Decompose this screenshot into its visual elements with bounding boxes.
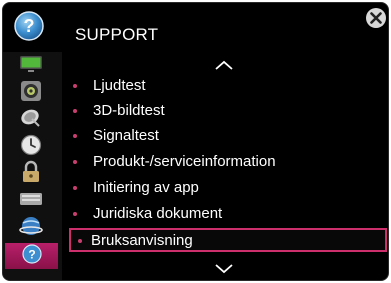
sidebar-item-options[interactable]: [9, 189, 53, 213]
menu-item-legal-documents[interactable]: Juridiska dokument: [71, 202, 349, 226]
sidebar-item-picture[interactable]: [9, 54, 53, 78]
sidebar-item-channels[interactable]: [9, 108, 53, 132]
bullet-icon: [73, 134, 77, 138]
bullet-icon: [73, 109, 77, 113]
tv-screen-icon: [19, 54, 43, 79]
sidebar-item-time[interactable]: [9, 134, 53, 161]
help-icon: ?: [21, 243, 43, 270]
menu-item-label: Initiering av app: [93, 179, 199, 196]
menu-item-signal-test[interactable]: Signaltest: [71, 124, 349, 148]
satellite-dish-icon: [19, 107, 43, 134]
scroll-down-button[interactable]: [213, 262, 235, 274]
globe-network-icon: [19, 215, 43, 242]
bullet-icon: [73, 186, 77, 190]
speaker-icon: [19, 80, 43, 107]
menu-item-label: Produkt-/serviceinformation: [93, 153, 276, 170]
menu-item-label: Ljudtest: [93, 77, 146, 94]
menu-item-3d-picture-test[interactable]: 3D-bildtest: [71, 99, 349, 123]
page-title: SUPPORT: [75, 25, 159, 44]
menu-item-product-info[interactable]: Produkt-/serviceinformation: [71, 150, 349, 174]
menu-item-app-reset[interactable]: Initiering av app: [71, 176, 349, 200]
sidebar-item-support[interactable]: ?: [5, 243, 58, 269]
close-icon[interactable]: [364, 6, 388, 30]
chevron-down-icon: [213, 262, 235, 279]
support-options-list: Ljudtest 3D-bildtest Signaltest Produkt-…: [65, 52, 388, 280]
menu-item-label: Bruksanvisning: [91, 232, 193, 249]
keyboard-icon: [19, 190, 43, 213]
clock-icon: [19, 134, 43, 161]
support-menu-panel: ? SUPPORT ? Ljudtest 3D-bildtest Signalt…: [2, 2, 389, 281]
menu-item-label: 3D-bildtest: [93, 102, 165, 119]
svg-text:?: ?: [28, 247, 35, 261]
help-icon: ?: [12, 11, 46, 41]
scroll-up-button[interactable]: [213, 58, 235, 70]
bullet-icon: [73, 84, 77, 88]
menu-item-sound-test[interactable]: Ljudtest: [71, 74, 349, 98]
bullet-icon: [78, 239, 82, 243]
menu-item-label: Signaltest: [93, 127, 159, 144]
sidebar-item-audio[interactable]: [9, 80, 53, 107]
menu-item-label: Juridiska dokument: [93, 205, 223, 222]
sidebar-item-lock[interactable]: [9, 160, 53, 189]
bullet-icon: [73, 212, 77, 216]
chevron-up-icon: [213, 58, 235, 75]
sidebar-item-network[interactable]: [9, 216, 53, 240]
menu-item-user-guide[interactable]: Bruksanvisning: [69, 228, 387, 252]
category-sidebar: ?: [3, 52, 62, 280]
lock-icon: [19, 160, 43, 189]
bullet-icon: [73, 160, 77, 164]
svg-text:?: ?: [24, 16, 35, 36]
menu-header: ? SUPPORT: [3, 3, 388, 47]
